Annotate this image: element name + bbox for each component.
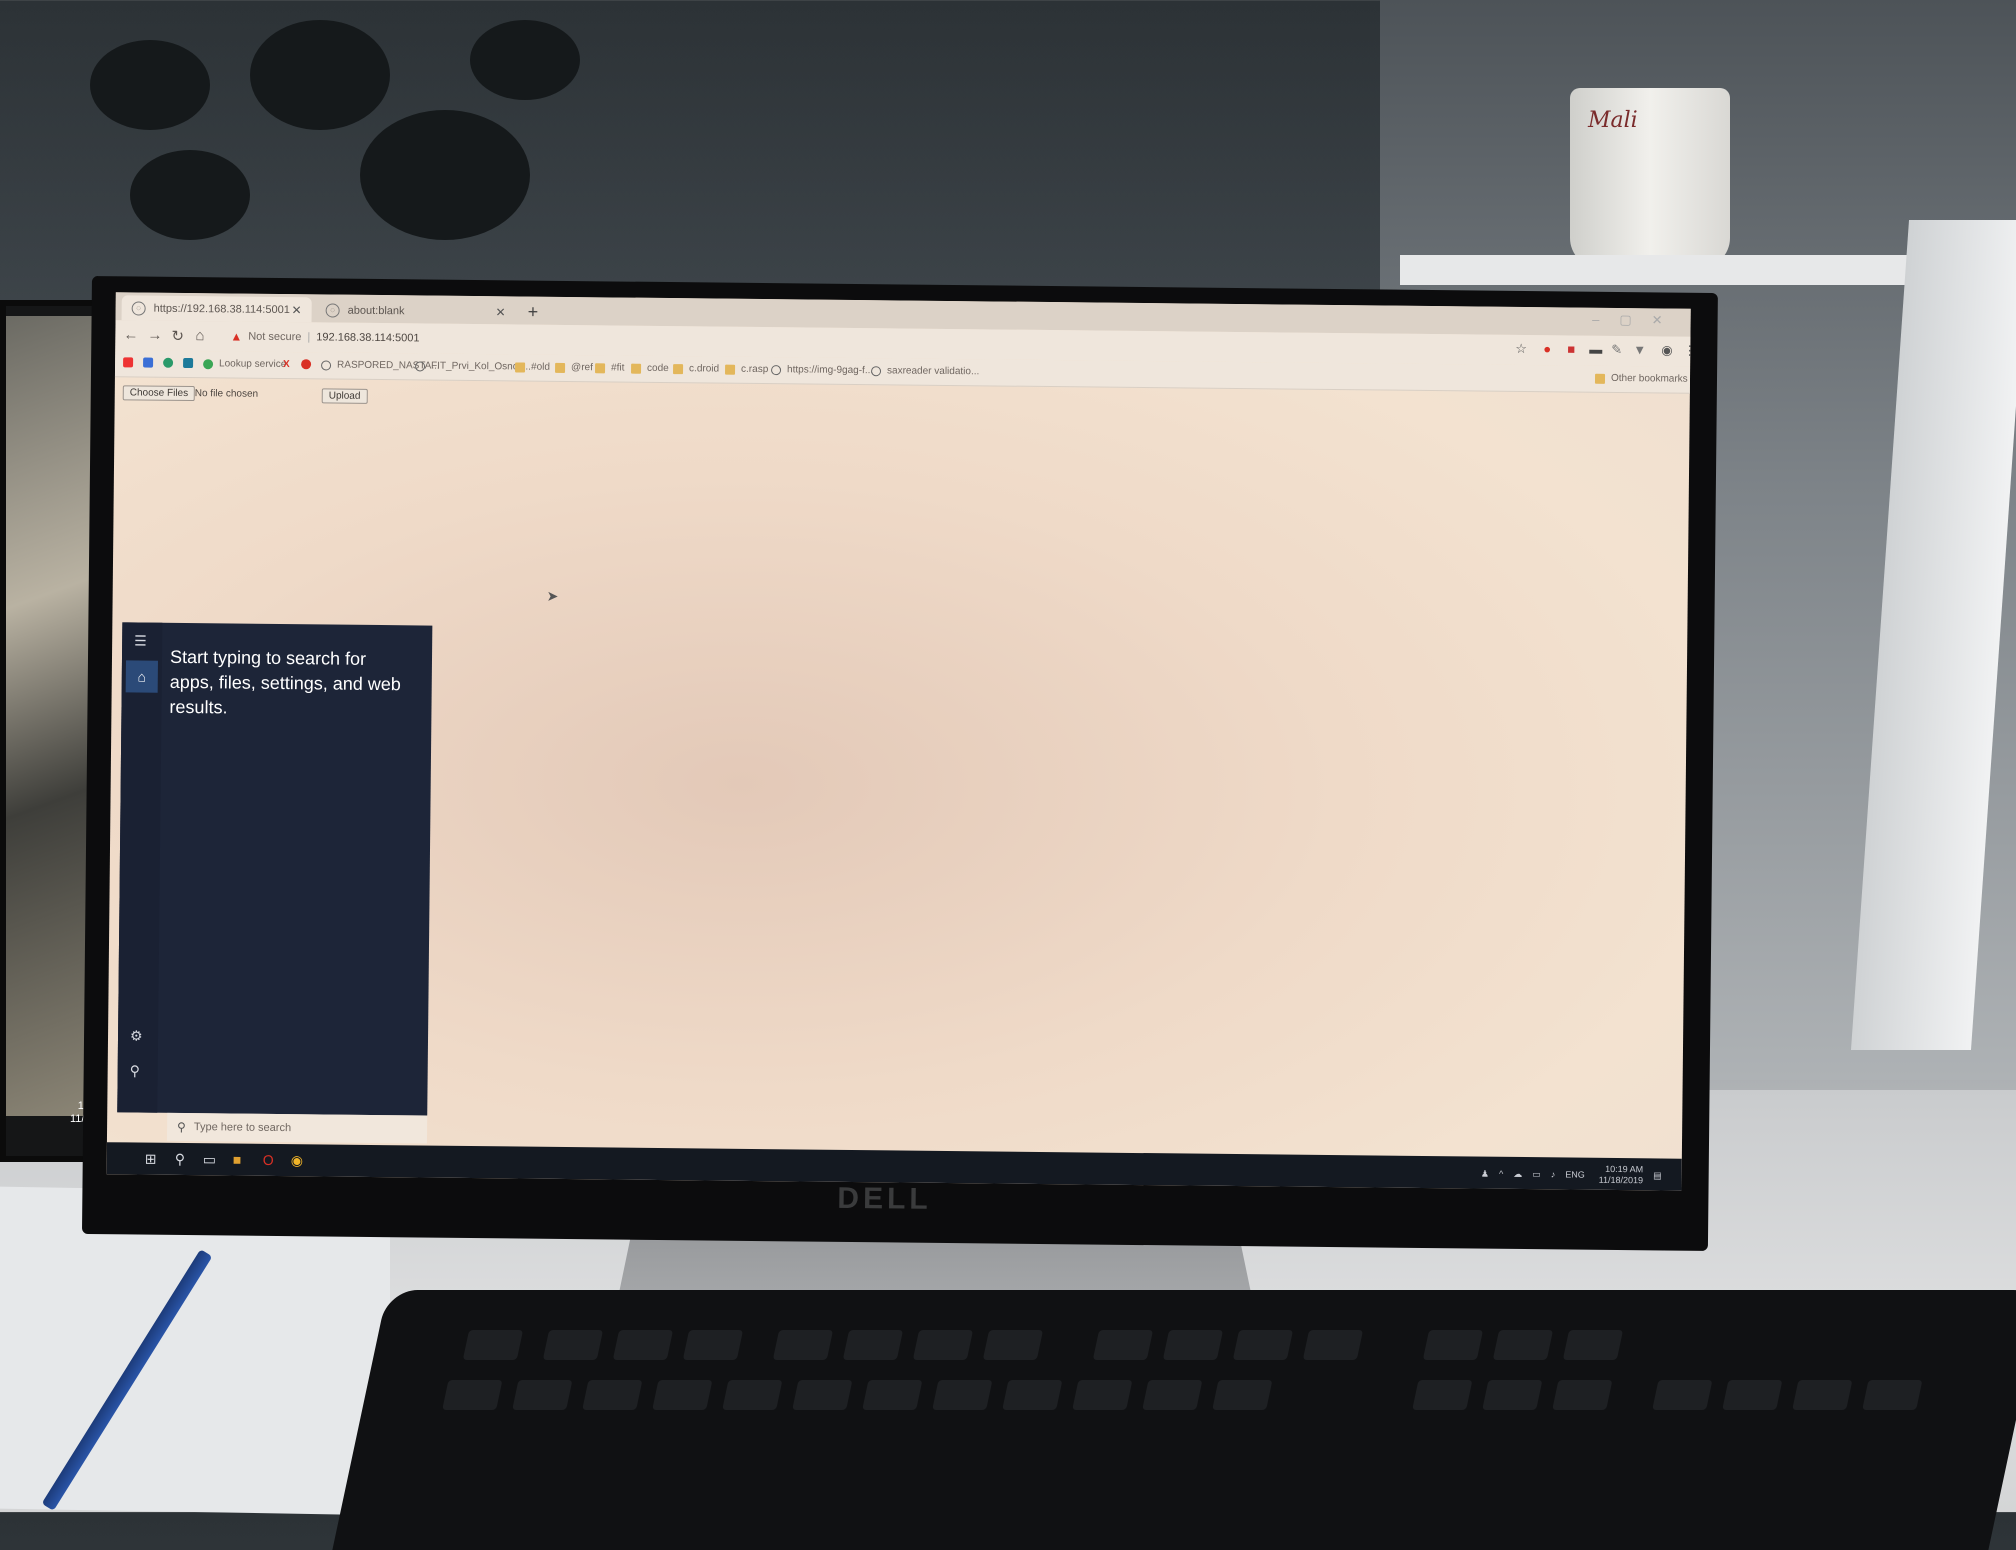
avatar[interactable]: ◉ [1661,342,1673,358]
youtube-icon[interactable] [123,357,139,368]
start-menu-hint: Start typing to search for apps, files, … [169,646,401,718]
chevron-up-icon[interactable]: ^ [1499,1169,1503,1179]
bookmark-icon[interactable]: X [283,359,290,370]
mug: Mali [1570,88,1730,268]
dell-logo: DELL [837,1181,932,1216]
window-controls[interactable]: –▢✕ [1592,312,1683,329]
bookmark-icon[interactable] [183,357,199,369]
globe-icon [415,360,426,371]
upload-button[interactable]: Upload [321,388,368,404]
app-icon[interactable]: ■ [233,1152,242,1168]
bookmark-folder-fit[interactable]: #fit [595,362,624,374]
gear-icon[interactable]: ⚙ [130,1027,143,1044]
bookmark-icon[interactable] [301,359,317,370]
globe-icon [870,365,882,376]
folder-icon [515,361,526,373]
bookmark-folder-old[interactable]: #old [515,361,550,373]
hamburger-icon[interactable]: ☰ [134,632,147,649]
reload-icon[interactable]: ↻ [171,327,184,345]
search-icon[interactable]: ⚲ [175,1151,185,1168]
bookmark-icon[interactable] [163,357,179,368]
globe-icon [321,359,332,371]
bookmark-folder-cdroid[interactable]: c.droid [673,363,719,375]
bookmark-folder-ref[interactable]: @ref [555,362,593,373]
chrome-icon[interactable]: ◉ [291,1152,303,1169]
new-tab-button[interactable]: + [528,302,539,323]
other-bookmarks[interactable]: Other bookmarks [1594,373,1688,385]
user-icon[interactable]: ⚲ [130,1062,140,1079]
star-icon[interactable]: ☆ [1515,341,1527,357]
filter-icon[interactable]: ▼ [1633,342,1646,357]
tab-title: https://192.168.38.114:5001 [153,302,290,316]
start-menu-rail: ☰ ⌂ ⚙ ⚲ [117,622,163,1113]
bookmark-icon[interactable] [143,357,159,368]
bookmark-9gag[interactable]: https://img-9gag-f... [771,364,873,376]
notification-icon[interactable]: ▤ [1653,1170,1662,1181]
plant-leaf [360,110,530,240]
main-monitor: ◌ https://192.168.38.114:5001 ✕ ◌ about:… [81,276,1718,1251]
tab-title: about:blank [347,304,405,317]
volume-icon[interactable]: ♪ [1551,1169,1556,1179]
menu-icon[interactable]: ⋮ [1683,343,1691,359]
globe-icon: ◌ [131,300,146,316]
plant-leaf [470,20,580,100]
task-view-icon[interactable]: ▭ [203,1151,216,1168]
language-indicator[interactable]: ENG [1565,1169,1585,1179]
globe-icon [203,358,214,369]
folder-icon [631,363,642,374]
warning-icon: ▲ [230,329,243,344]
folder-icon [555,362,566,373]
extension-icon[interactable]: ■ [1567,341,1575,356]
extension-icon[interactable]: ✎ [1611,342,1622,358]
plant-leaf [130,150,250,240]
bookmark-folder-crasp[interactable]: c.rasp [725,364,768,375]
home-icon[interactable]: ⌂ [125,660,158,693]
tab-inactive[interactable]: ◌ about:blank ✕ [316,297,516,324]
plant-leaf [250,20,390,130]
globe-icon [771,364,782,375]
opera-icon[interactable]: O [263,1152,274,1168]
keyboard [332,1290,2016,1550]
start-menu: ☰ ⌂ ⚙ ⚲ Start typing to search for apps,… [117,622,433,1116]
home-icon[interactable]: ⌂ [195,327,204,344]
people-icon[interactable]: ♟ [1481,1168,1489,1179]
choose-files-button[interactable]: Choose Files [122,385,196,402]
network-icon[interactable]: ▭ [1532,1169,1541,1180]
mouse-cursor-icon: ➤ [546,587,559,604]
shelf [1400,255,1990,285]
back-icon[interactable]: ← [123,326,138,343]
plant [90,40,210,130]
search-icon: ⚲ [177,1119,186,1135]
extension-icon[interactable]: ▬ [1589,342,1602,357]
windows-start-icon[interactable]: ⊞ [145,1151,157,1168]
file-status-text: No file chosen [194,388,259,400]
cloud-icon[interactable]: ☁ [1513,1168,1522,1179]
system-tray: ♟ ^ ☁ ▭ ♪ ENG 10:19 AM 11/18/2019 ▤ [1471,1162,1662,1186]
tab-active[interactable]: ◌ https://192.168.38.114:5001 ✕ [121,295,312,323]
taskbar-date: 11/18/2019 [1598,1174,1644,1186]
address-separator: | [307,331,311,344]
close-icon[interactable]: ✕ [496,305,506,319]
folder-icon [673,363,684,374]
bookmark-fit-prvi-kol[interactable]: FIT_Prvi_Kol_Osnov... [415,360,531,373]
folder-icon [595,362,606,373]
forward-icon[interactable]: → [147,327,162,344]
bookmark-saxreader[interactable]: saxreader validatio... [870,365,979,377]
search-placeholder: Type here to search [193,1121,292,1135]
url-text: 192.168.38.114:5001 [316,331,420,345]
screen: ◌ https://192.168.38.114:5001 ✕ ◌ about:… [106,292,1691,1191]
taskbar-clock[interactable]: 10:19 AM 11/18/2019 [1599,1164,1644,1186]
folder-icon [1594,373,1606,384]
taskbar-search-input[interactable]: ⚲ Type here to search [166,1112,428,1144]
taskbar-time: 10:19 AM [1605,1163,1644,1175]
bookmark-folder-code[interactable]: code [631,363,669,374]
folder-icon [725,364,736,375]
security-label: Not secure [248,330,302,344]
opera-icon[interactable]: ● [1543,341,1551,356]
close-icon[interactable]: ✕ [292,303,302,317]
globe-icon: ◌ [325,302,340,318]
bookmark-lookup-service[interactable]: Lookup service [203,358,286,370]
